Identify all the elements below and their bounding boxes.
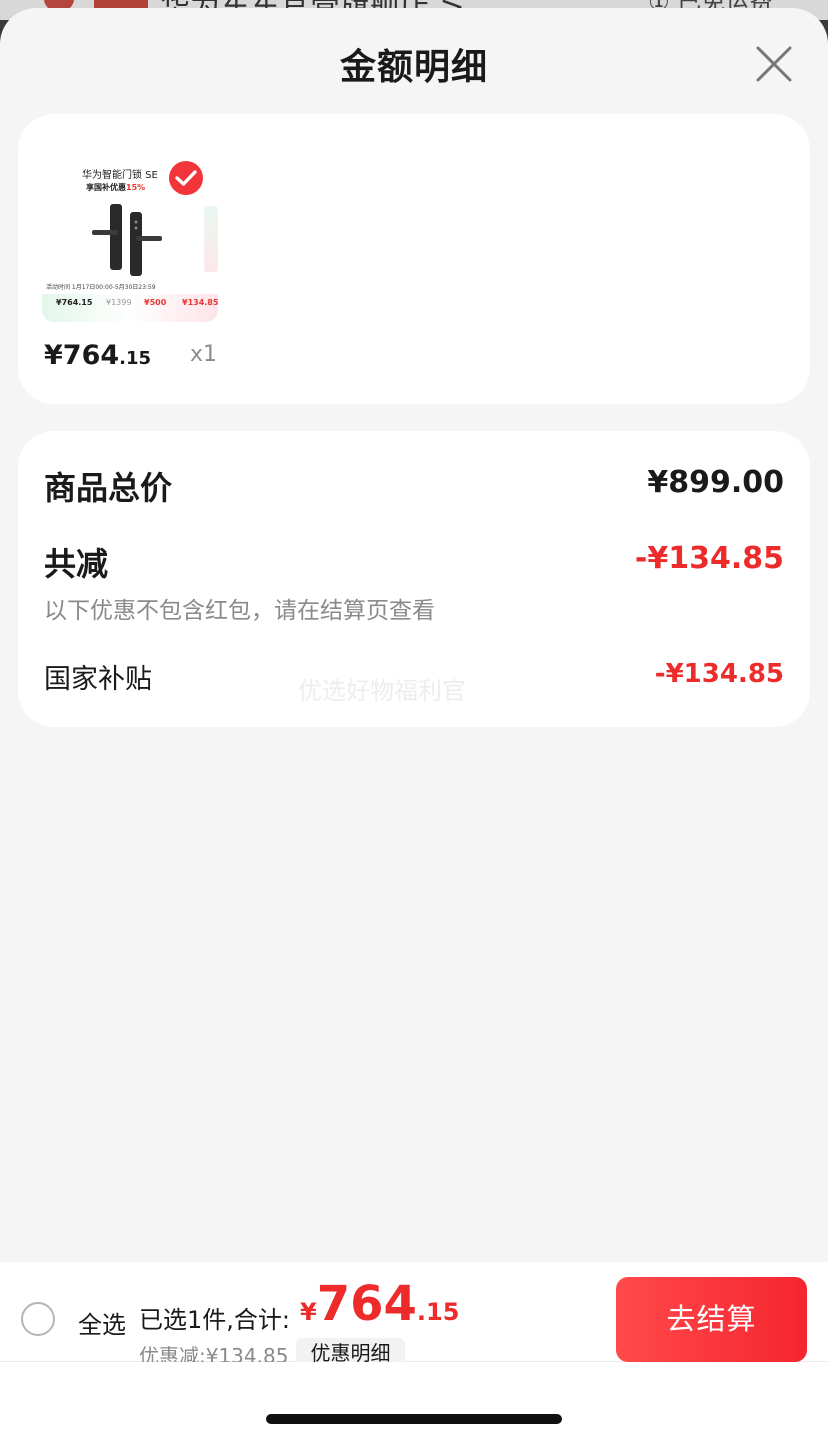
select-all-radio[interactable] [21,1302,55,1336]
total-price-value: ¥899.00 [647,465,784,500]
reduction-note: 以下优惠不包含红包，请在结算页查看 [44,598,435,624]
reduction-label: 共减 [44,545,109,583]
close-icon[interactable] [754,44,794,84]
reduction-value: -¥134.85 [634,541,784,576]
watermark: 优选好物福利官 [298,677,466,705]
subsidy-value: -¥134.85 [654,659,784,689]
home-indicator-area [0,1362,828,1443]
price-summary-card: 商品总价 ¥899.00 共减 -¥134.85 以下优惠不包含红包，请在结算页… [18,431,810,727]
check-circle-icon[interactable] [168,160,204,196]
door-lock-icon [92,204,162,276]
product-card: 华为智能门锁 SE 享国补优惠15% 活动时间 1月17日00:00-5月30日… [18,114,810,404]
checkout-button[interactable]: 去结算 [616,1277,807,1362]
product-quantity: x1 [190,342,218,367]
selected-count-text: 已选1件,合计: [139,1306,290,1334]
select-all-label[interactable]: 全选 [78,1305,126,1340]
checkout-total-price: ¥764.15 [300,1276,460,1332]
sheet-title: 金额明细 [339,47,488,88]
product-image-title: 华为智能门锁 SE [82,170,158,181]
product-image-side-label [204,206,218,272]
product-image-subtitle: 享国补优惠15% [86,183,146,192]
product-image-price-bar: ¥764.15 ¥1399 ¥500 ¥134.85 [42,294,218,322]
total-price-label: 商品总价 [44,469,173,507]
home-indicator[interactable] [266,1414,562,1424]
product-price: ¥764.15 [44,340,152,371]
product-image-activity: 活动时间 1月17日00:00-5月30日23:59 [46,284,156,291]
price-detail-sheet: 金额明细 华为智能门锁 SE 享国补优惠15% 活动时间 1月17日00:00-… [0,8,828,1443]
subsidy-label: 国家补贴 [44,664,152,695]
